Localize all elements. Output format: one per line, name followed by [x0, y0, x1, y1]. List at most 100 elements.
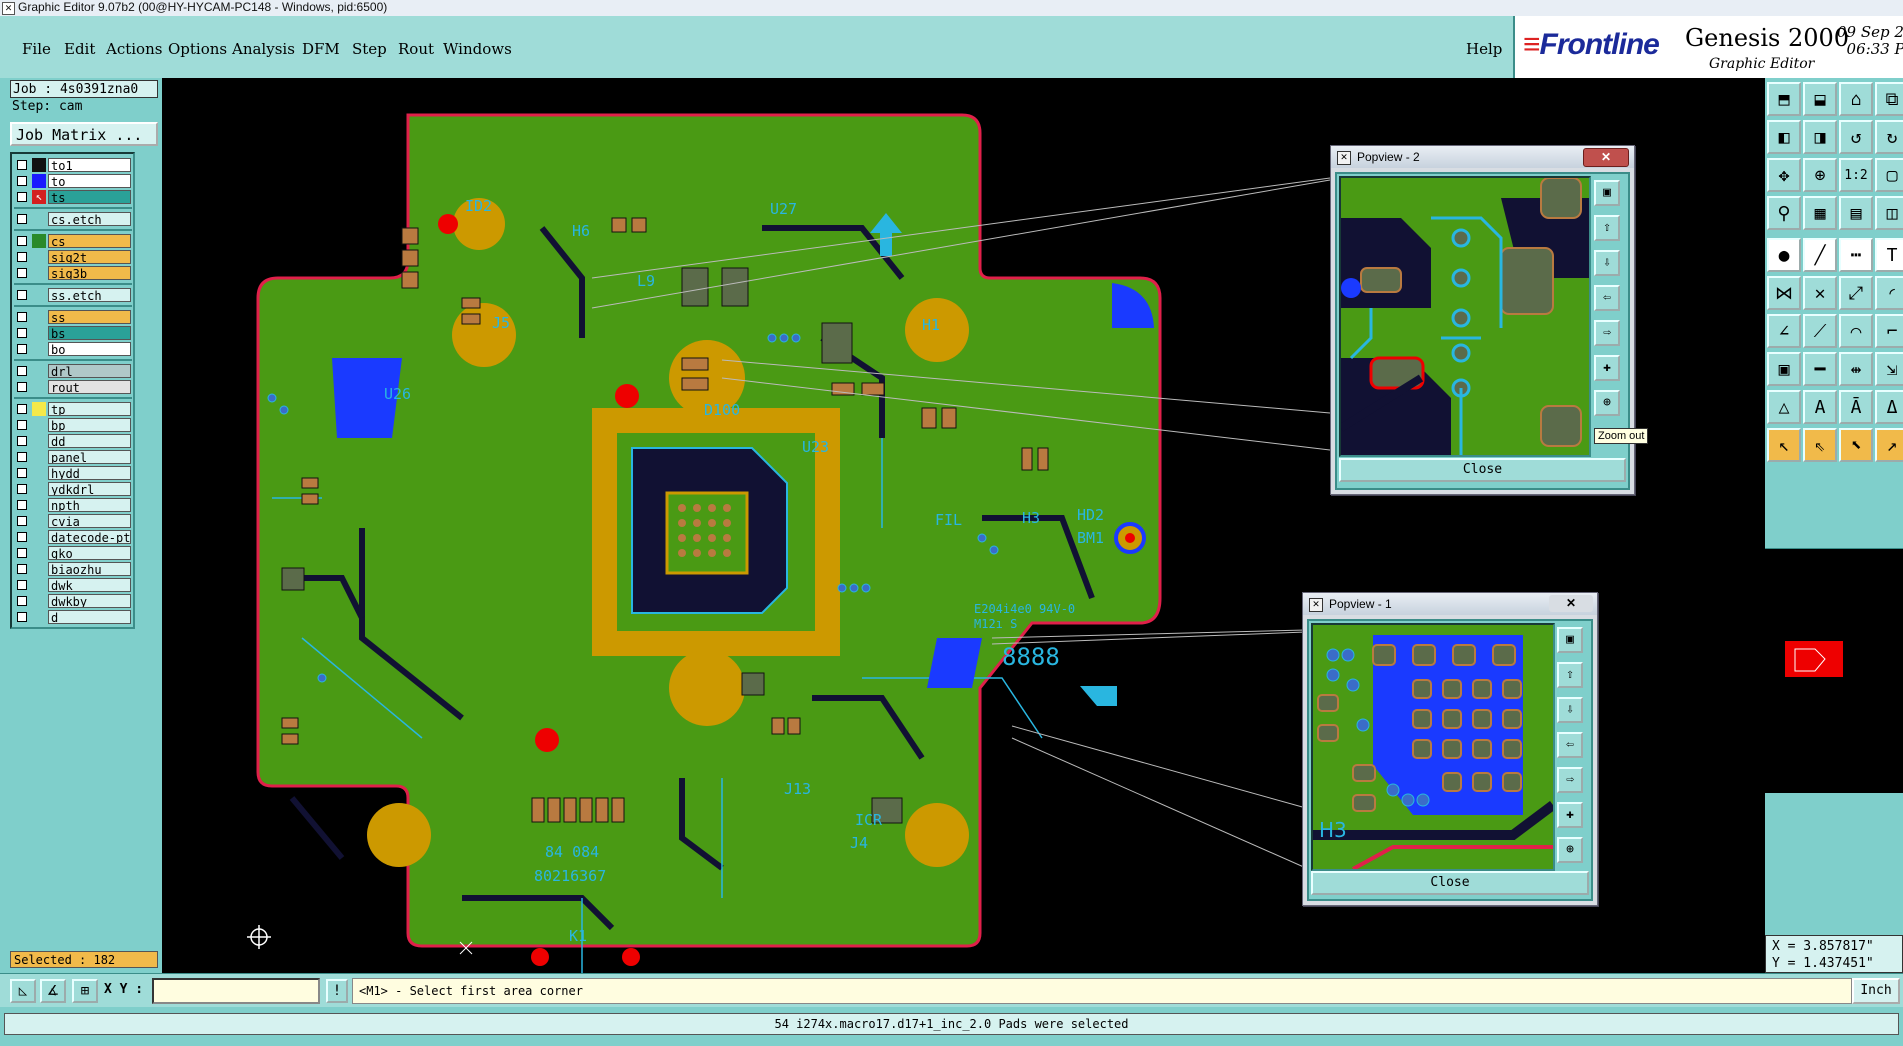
triangle-a-icon[interactable]: A — [1803, 390, 1837, 424]
layer-color-swatch[interactable] — [32, 266, 46, 280]
layer-color-swatch[interactable] — [32, 234, 46, 248]
layer-row-cvia[interactable]: cvia — [14, 514, 132, 529]
slash-icon[interactable]: ⟋ — [1803, 314, 1837, 348]
layer-row-sig2t[interactable]: sig2t — [14, 250, 132, 265]
layer-checkbox[interactable] — [17, 366, 27, 376]
layer-color-swatch[interactable]: ↖ — [32, 190, 46, 204]
layer-color-swatch[interactable] — [32, 310, 46, 324]
units-toggle[interactable]: Inch — [1852, 978, 1900, 1004]
menu-file[interactable]: File — [22, 40, 51, 58]
pointer-icon[interactable]: ↖ — [1767, 428, 1801, 462]
angle-icon[interactable]: ∠ — [1767, 314, 1801, 348]
layer-color-swatch[interactable] — [32, 450, 46, 464]
layer-checkbox[interactable] — [17, 484, 27, 494]
popview-1-pan-down-button[interactable]: ⇩ — [1557, 697, 1583, 723]
layer-checkbox[interactable] — [17, 236, 27, 246]
layer-checkbox[interactable] — [17, 290, 27, 300]
menu-actions[interactable]: Actions — [106, 40, 162, 58]
layer-name[interactable]: bs — [48, 326, 131, 340]
layer-row-gko[interactable]: gko — [14, 546, 132, 561]
layer-name[interactable]: ss — [48, 310, 131, 324]
layer-name[interactable]: biaozhu — [48, 562, 131, 576]
layer-color-swatch[interactable] — [32, 466, 46, 480]
layer-row-rout[interactable]: rout — [14, 380, 132, 395]
grid-icon[interactable]: ▦ — [1803, 196, 1837, 230]
layer-name[interactable]: panel — [48, 450, 131, 464]
menu-edit[interactable]: Edit — [64, 40, 95, 58]
menu-help[interactable]: Help — [1466, 40, 1502, 58]
layer-checkbox[interactable] — [17, 596, 27, 606]
layer-name[interactable]: datecode-pte — [48, 530, 131, 544]
layer-checkbox[interactable] — [17, 268, 27, 278]
layer-name[interactable]: d — [48, 610, 131, 624]
layer-name[interactable]: to1 — [48, 158, 131, 172]
save-view-icon[interactable]: ⬓ — [1803, 82, 1837, 116]
xy-input[interactable] — [152, 978, 320, 1004]
layer-color-swatch[interactable] — [32, 326, 46, 340]
layer-checkbox[interactable] — [17, 214, 27, 224]
layer-checkbox[interactable] — [17, 516, 27, 526]
cross-icon[interactable]: ✕ — [1803, 276, 1837, 310]
text-icon[interactable]: T — [1875, 238, 1903, 272]
curve-icon[interactable]: ⌒ — [1839, 314, 1873, 348]
pad-icon[interactable]: ● — [1767, 238, 1801, 272]
connect-icon[interactable]: ⋈ — [1767, 276, 1801, 310]
layer-row-panel[interactable]: panel — [14, 450, 132, 465]
layer-name[interactable]: ss.etch — [48, 288, 131, 302]
layer-checkbox[interactable] — [17, 468, 27, 478]
menu-rout[interactable]: Rout — [398, 40, 434, 58]
triangle-icon[interactable]: △ — [1767, 390, 1801, 424]
layer-name[interactable]: cs — [48, 234, 131, 248]
layer-name[interactable]: bp — [48, 418, 131, 432]
layer-name[interactable]: ts — [48, 190, 131, 204]
layer-checkbox[interactable] — [17, 192, 27, 202]
layer-checkbox[interactable] — [17, 500, 27, 510]
layer-row-cs.etch[interactable]: cs.etch — [14, 212, 132, 227]
layer-row-sig3b[interactable]: sig3b — [14, 266, 132, 281]
zoom-red-icon[interactable]: ▢ — [1875, 158, 1903, 192]
layer-checkbox[interactable] — [17, 436, 27, 446]
arc-icon[interactable]: ◜ — [1875, 276, 1903, 310]
layer-color-swatch[interactable] — [32, 546, 46, 560]
popview-2-pan-up-button[interactable]: ⇧ — [1594, 215, 1620, 241]
layer-color-swatch[interactable] — [32, 562, 46, 576]
layer-checkbox[interactable] — [17, 532, 27, 542]
popview-1-zoom-in-button[interactable]: ✚ — [1557, 802, 1583, 828]
trace-icon[interactable]: ⇹ — [1839, 352, 1873, 386]
layer-name[interactable]: npth — [48, 498, 131, 512]
copy-icon[interactable]: ⧉ — [1875, 82, 1903, 116]
grid-snap-icon[interactable]: ⊞ — [72, 979, 98, 1003]
layer-color-swatch[interactable] — [32, 364, 46, 378]
layer-checkbox[interactable] — [17, 344, 27, 354]
layer-color-swatch[interactable] — [32, 212, 46, 226]
layer-color-swatch[interactable] — [32, 418, 46, 432]
select-area-icon[interactable]: ⬉ — [1839, 428, 1873, 462]
menu-step[interactable]: Step — [352, 40, 387, 58]
popview-2-fit-button[interactable]: ▣ — [1594, 180, 1620, 206]
popview-1-close-button[interactable]: Close — [1311, 871, 1589, 895]
snap-icon[interactable]: ⬒ — [1767, 82, 1801, 116]
pan-left-icon[interactable]: ◧ — [1767, 120, 1801, 154]
pan-right-icon[interactable]: ◨ — [1803, 120, 1837, 154]
triangle-b-icon[interactable]: Ā — [1839, 390, 1873, 424]
popview-2-pan-left-button[interactable]: ⇦ — [1594, 285, 1620, 311]
info-icon[interactable]: ! — [326, 979, 348, 1003]
menu-windows[interactable]: Windows — [443, 40, 512, 58]
layer-name[interactable]: tp — [48, 402, 131, 416]
layer-checkbox[interactable] — [17, 328, 27, 338]
layer-checkbox[interactable] — [17, 548, 27, 558]
layer-color-swatch[interactable] — [32, 342, 46, 356]
popview-1-pan-right-button[interactable]: ⇨ — [1557, 767, 1583, 793]
layer-checkbox[interactable] — [17, 452, 27, 462]
layer-row-dwkby[interactable]: dwkby — [14, 594, 132, 609]
popview-2-zoom-in-button[interactable]: ✚ — [1594, 355, 1620, 381]
layer-color-swatch[interactable] — [32, 288, 46, 302]
triangle-c-icon[interactable]: Δ — [1875, 390, 1903, 424]
layer-color-swatch[interactable] — [32, 514, 46, 528]
layer-name[interactable]: to — [48, 174, 131, 188]
layer-name[interactable]: drl — [48, 364, 131, 378]
layer-name[interactable]: cs.etch — [48, 212, 131, 226]
layer-color-swatch[interactable] — [32, 434, 46, 448]
layer-checkbox[interactable] — [17, 404, 27, 414]
zoom-area-icon[interactable]: ⊕ — [1803, 158, 1837, 192]
